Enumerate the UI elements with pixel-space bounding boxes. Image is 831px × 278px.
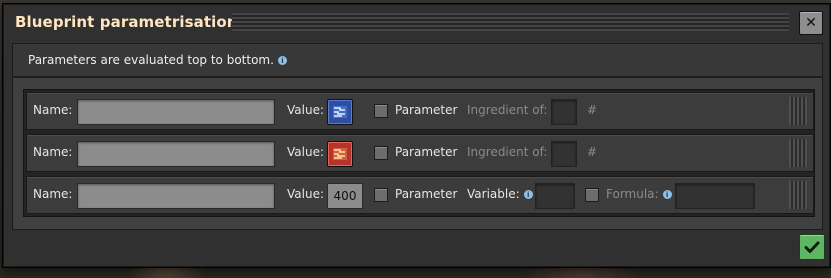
ingredient-slot[interactable] <box>551 99 577 125</box>
parameter-checkbox[interactable] <box>374 188 388 202</box>
info-icon[interactable]: i <box>523 190 533 199</box>
name-label: Name: <box>33 187 73 201</box>
reorder-grip[interactable] <box>789 97 807 125</box>
parameter-list: Name: Value: Parameter Ingredient of: # <box>23 89 815 217</box>
variable-input[interactable] <box>535 183 575 209</box>
parameter-row: Name: Value: 400 Parameter Variable: i Fo… <box>26 176 814 214</box>
value-label: Value: <box>287 187 324 201</box>
parameter-label: Parameter <box>395 145 458 159</box>
blue-circuit-icon <box>333 106 347 118</box>
value-number-input[interactable]: 400 <box>327 183 363 209</box>
info-icon[interactable]: i <box>277 56 287 65</box>
ingredient-label: Ingredient of: <box>467 145 548 159</box>
red-circuit-icon <box>333 148 347 160</box>
parameter-checkbox[interactable] <box>374 104 388 118</box>
formula-checkbox[interactable] <box>585 188 599 202</box>
parametrisation-window: Blueprint parametrisation ✕ Parameters a… <box>3 4 830 267</box>
parameter-checkbox[interactable] <box>374 146 388 160</box>
drag-handle[interactable] <box>232 13 789 31</box>
variable-label: Variable: i <box>467 187 533 201</box>
ingredient-label: Ingredient of: <box>467 103 548 117</box>
name-input[interactable] <box>77 99 275 125</box>
confirm-button[interactable] <box>799 234 825 260</box>
hash-label: # <box>587 145 598 159</box>
formula-label: Formula: i <box>606 187 672 201</box>
ingredient-slot[interactable] <box>551 141 577 167</box>
name-label: Name: <box>33 103 73 117</box>
info-bar: Parameters are evaluated top to bottom. i <box>13 44 822 78</box>
close-icon: ✕ <box>805 15 817 31</box>
value-slot[interactable] <box>327 99 353 125</box>
value-slot[interactable] <box>327 141 353 167</box>
parameter-label: Parameter <box>395 187 458 201</box>
close-button[interactable]: ✕ <box>799 11 823 35</box>
info-icon[interactable]: i <box>662 190 672 199</box>
window-title: Blueprint parametrisation <box>15 13 238 31</box>
parameter-row: Name: Value: Parameter Ingredient of: # <box>26 134 814 172</box>
formula-input[interactable] <box>675 183 755 209</box>
hash-label: # <box>587 103 598 117</box>
parameter-row: Name: Value: Parameter Ingredient of: # <box>26 92 814 130</box>
name-input[interactable] <box>77 141 275 167</box>
checkmark-icon <box>804 241 820 253</box>
reorder-grip[interactable] <box>789 139 807 167</box>
info-text: Parameters are evaluated top to bottom. i <box>28 53 287 67</box>
title-bar: Blueprint parametrisation ✕ <box>4 5 829 39</box>
value-label: Value: <box>287 145 324 159</box>
name-label: Name: <box>33 145 73 159</box>
value-label: Value: <box>287 103 324 117</box>
content-panel: Parameters are evaluated top to bottom. i… <box>12 43 823 230</box>
parameter-label: Parameter <box>395 103 458 117</box>
name-input[interactable] <box>77 183 275 209</box>
reorder-grip[interactable] <box>789 181 807 209</box>
